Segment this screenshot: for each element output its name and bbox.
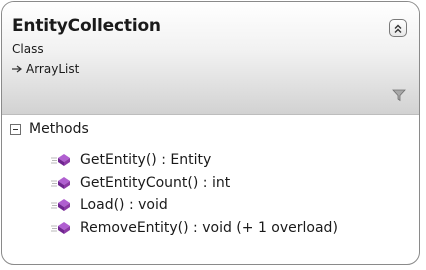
method-label: GetEntity() : Entity [80,152,212,169]
method-label: Load() : void [80,197,168,214]
base-type-label: ArrayList [26,62,80,76]
class-header: EntityCollection Class ArrayList [2,2,419,115]
method-icon [51,176,70,189]
double-chevron-up-icon [393,19,403,38]
method-icon [51,221,70,234]
base-type: ArrayList [12,62,79,76]
minus-box-icon[interactable] [10,123,21,135]
method-item[interactable]: RemoveEntity() : void (+ 1 overload) [50,217,338,240]
class-shape[interactable]: EntityCollection Class ArrayList Methods… [1,1,420,265]
inheritance-arrow-icon [12,65,23,73]
method-label: RemoveEntity() : void (+ 1 overload) [80,219,338,236]
method-item[interactable]: GetEntity() : Entity [50,149,338,172]
method-icon [51,154,70,167]
method-label: GetEntityCount() : int [80,174,231,191]
method-icon [51,199,70,212]
filter-icon[interactable] [392,87,406,102]
method-item[interactable]: GetEntityCount() : int [50,172,338,195]
methods-section-header[interactable]: Methods [10,121,89,137]
method-list: GetEntity() : Entity GetEntityCount() : … [50,149,338,239]
class-kind: Class [12,42,44,56]
section-title: Methods [29,121,89,137]
class-name: EntityCollection [12,16,161,36]
collapse-button[interactable] [389,19,407,37]
method-item[interactable]: Load() : void [50,194,338,217]
